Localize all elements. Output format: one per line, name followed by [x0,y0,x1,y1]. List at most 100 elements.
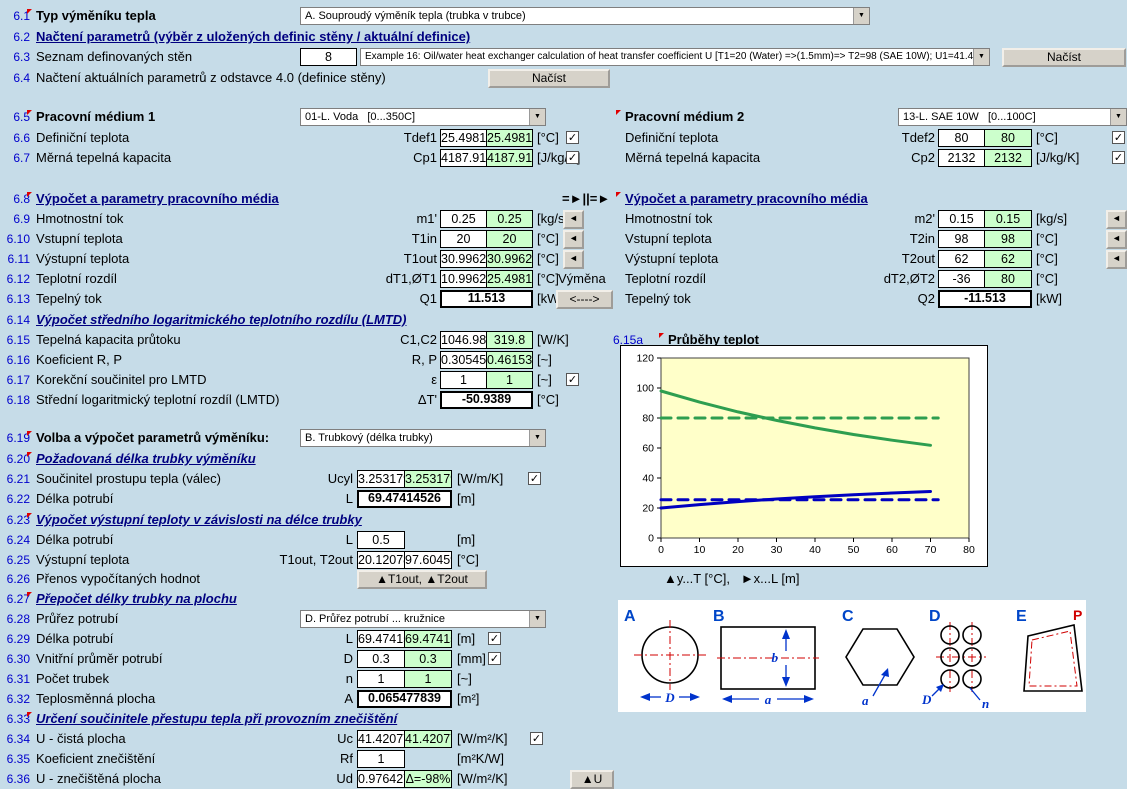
symbol-label: n [258,669,353,689]
exchanger-type-dropdown[interactable]: A. Souproudý výměník tepla (trubka v tru… [300,7,870,25]
pipe-cross-section-dropdown[interactable]: D. Průřez potrubí ... kružnice▼ [300,610,546,628]
checkbox[interactable]: ✓ [530,732,543,745]
unit-label: [m²K/W] [457,749,504,769]
chevron-down-icon: ▼ [529,430,545,446]
svg-text:100: 100 [636,383,654,395]
unit-label: [W/m²/K] [457,769,508,789]
decrease-arrow-button[interactable]: ◄ [563,230,584,249]
row-label: Střední logaritmický teplotní rozdíl (LM… [36,390,279,410]
result-cell: 41.42077 [404,730,452,748]
input-cell[interactable]: 0.5 [357,531,405,549]
symbol-label: T1out, T2out [255,550,353,570]
decrease-arrow-button[interactable]: ◄ [563,210,584,229]
medium1-dropdown[interactable]: 01-L. Voda [0...350C]▼ [300,108,546,126]
unit-label: [m²] [457,689,479,709]
unit-label: [°C] [457,550,479,570]
checkbox[interactable]: ✓ [566,151,579,164]
input-cell[interactable]: 1 [440,371,487,389]
input-cell[interactable]: 1 [357,670,405,688]
input-cell[interactable]: 4187.919 [440,149,487,167]
checkbox[interactable]: ✓ [1112,151,1125,164]
svg-text:30: 30 [771,544,783,556]
input-cell[interactable]: 62 [938,250,985,268]
result-cell: 3.253179 [404,470,452,488]
section-header: Výpočet a parametry pracovního média [625,189,868,209]
symbol-label: dT1,ØT1 [340,269,437,289]
input-cell[interactable]: 69.47415 [357,630,405,648]
unit-label: [°C] [537,269,559,289]
pipe-cross-sections-diagram: A D B b a C [618,600,1086,712]
wall-count-cell[interactable]: 8 [300,48,357,66]
decrease-arrow-button[interactable]: ◄ [1106,250,1127,269]
row-label: Koeficient znečištění [36,749,155,769]
load-current-button[interactable]: Načíst [488,69,610,88]
svg-text:50: 50 [848,544,860,556]
checkbox[interactable]: ✓ [488,652,501,665]
result-cell: -11.513 [938,290,1032,308]
row-number: 6.21 [0,469,30,489]
input-cell[interactable]: 20 [440,230,487,248]
update-u-button[interactable]: ▲U [570,770,614,789]
row-label: U - znečištěná plocha [36,769,161,789]
dropdown-value: B. Trubkový (délka trubky) [305,432,433,444]
exchanger-parameter-dropdown[interactable]: B. Trubkový (délka trubky) ▼ [300,429,546,447]
result-cell: 30.9962 [486,250,533,268]
result-cell: 80 [984,129,1032,147]
result-cell: 97.60459 [404,551,452,569]
section-e-label: E [1016,608,1027,625]
flow-direction-indicator: =►||=► [562,189,610,209]
swap-media-button[interactable]: <----> [556,290,613,309]
input-cell[interactable]: 0.3 [357,650,405,668]
input-cell[interactable]: 25.4981 [440,129,487,147]
row-label: Hmotnostní tok [36,209,123,229]
row-label: Počet trubek [36,669,109,689]
row-label: Definiční teplota [625,128,718,148]
symbol-label: T1in [340,229,437,249]
section-a-label: A [624,608,636,625]
medium2-dropdown[interactable]: 13-L. SAE 10W [0...100C]▼ [898,108,1127,126]
input-cell[interactable]: 1 [357,750,405,768]
unit-label: [°C] [537,390,559,410]
transfer-values-button[interactable]: ▲T1out, ▲T2out [357,570,487,589]
row-number: 6.35 [0,749,30,769]
input-cell[interactable]: 0.15 [938,210,985,228]
row-label: Výstupní teplota [36,249,129,269]
row-label: Přenos vypočítaných hodnot [36,569,200,589]
input-cell[interactable]: 80 [938,129,985,147]
load-wall-button[interactable]: Načíst [1002,48,1126,67]
result-cell: 0.30545 [440,351,487,369]
row-number: 6.25 [0,550,30,570]
unit-label: [W/m²/K] [457,729,508,749]
result-cell: 1 [486,371,533,389]
input-cell[interactable]: 30.9962 [440,250,487,268]
checkbox[interactable]: ✓ [528,472,541,485]
result-cell: 11.513 [440,290,533,308]
decrease-arrow-button[interactable]: ◄ [563,250,584,269]
decrease-arrow-button[interactable]: ◄ [1106,210,1127,229]
input-cell[interactable]: 98 [938,230,985,248]
svg-text:80: 80 [963,544,975,556]
row-label: Délka potrubí [36,530,113,550]
row-label: Korekční součinitel pro LMTD [36,370,207,390]
checkbox[interactable]: ✓ [566,131,579,144]
input-cell[interactable]: 0.25 [440,210,487,228]
symbol-label: Ucyl [258,469,353,489]
unit-label: [W/K] [537,330,569,350]
svg-text:0: 0 [658,544,664,556]
row-6-11: 6.11 Výstupní teplota T1out 30.9962 30.9… [0,249,1127,269]
wall-definition-dropdown[interactable]: Example 16: Oil/water heat exchanger cal… [360,48,990,66]
row-number: 6.29 [0,629,30,649]
checkbox[interactable]: ✓ [488,632,501,645]
dim-a2-label: a [862,693,869,708]
input-cell[interactable]: 2132 [938,149,985,167]
decrease-arrow-button[interactable]: ◄ [1106,230,1127,249]
dim-n-label: n [982,696,989,711]
section-header: Výpočet středního logaritmického teplotn… [36,310,407,330]
checkbox[interactable]: ✓ [566,373,579,386]
unit-label: [°C] [1036,269,1058,289]
row-6-10: 6.10 Vstupní teplota T1in 20 20 [°C] ◄ V… [0,229,1127,249]
result-cell: 98 [984,230,1032,248]
checkbox[interactable]: ✓ [1112,131,1125,144]
unit-label: [~] [457,669,472,689]
symbol-label: R, P [340,350,437,370]
